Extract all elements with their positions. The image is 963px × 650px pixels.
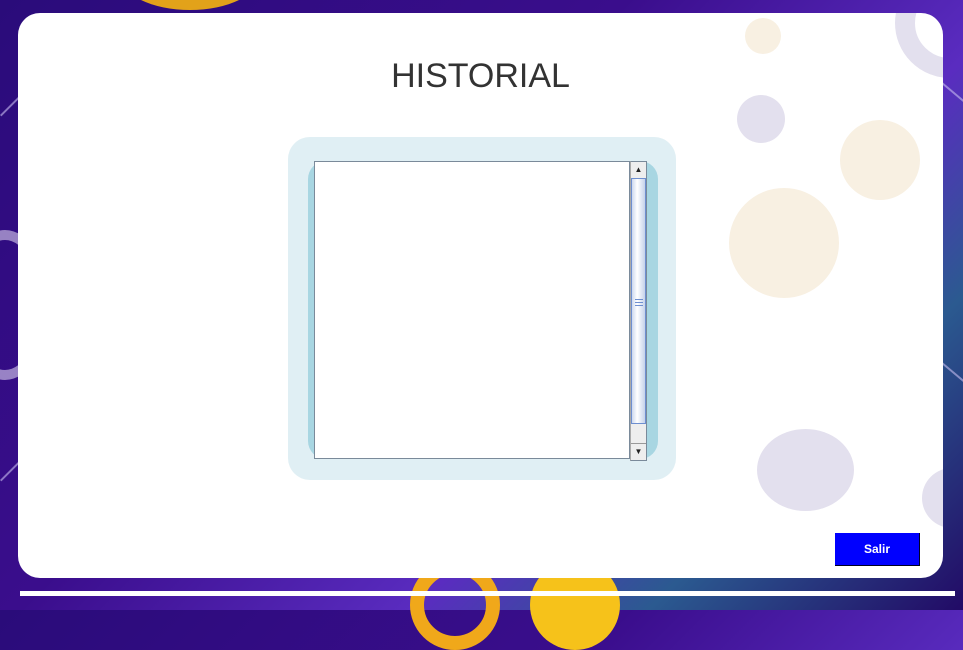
scroll-down-arrow-icon[interactable]: ▼	[631, 443, 646, 459]
bottom-bar	[20, 591, 955, 596]
decor-circle	[745, 18, 781, 54]
decor-circle	[757, 429, 854, 511]
decor-circle	[737, 95, 785, 143]
grip-icon	[635, 299, 643, 306]
vertical-scrollbar[interactable]: ▲ ▼	[630, 161, 647, 461]
page-title: HISTORIAL	[391, 57, 570, 95]
scroll-up-arrow-icon[interactable]: ▲	[631, 162, 646, 177]
decor-circle	[922, 468, 943, 528]
history-window: HISTORIAL ▲ ▼ Salir	[18, 13, 943, 578]
bg-shape	[120, 0, 260, 10]
exit-button[interactable]: Salir	[835, 533, 920, 566]
decor-circle	[729, 188, 839, 298]
history-textarea[interactable]	[314, 161, 630, 459]
scrollbar-thumb[interactable]	[631, 178, 646, 424]
decor-circle	[840, 120, 920, 200]
